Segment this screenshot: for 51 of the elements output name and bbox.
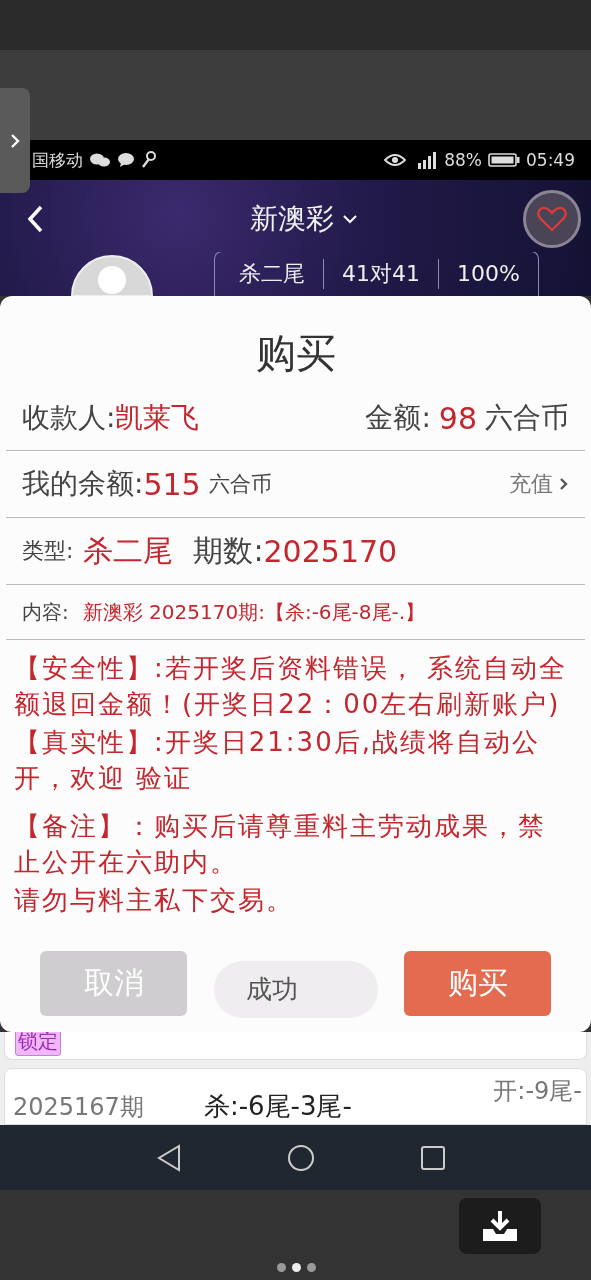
heart-icon: [537, 206, 567, 232]
amount-label: 金额:: [365, 400, 431, 436]
notice-text: 请勿与料主私下交易。: [14, 884, 295, 917]
balance-value: 515: [143, 466, 201, 502]
dialog-button[interactable]: 购买: [404, 950, 551, 1016]
back-icon[interactable]: [26, 204, 44, 234]
page-dot[interactable]: [292, 1263, 301, 1272]
type-value: 杀二尾: [83, 531, 174, 570]
download-button[interactable]: [459, 1198, 541, 1254]
period-value: 2025170: [263, 533, 398, 569]
period-label: 期数:: [193, 531, 264, 570]
chat-icon: [89, 152, 111, 168]
chevron-right-icon: [559, 477, 569, 491]
notice-text: 【安全性】:若开奖后资料错误， 系统自动全额退回金额！(开奖日22：00左右刷新账户): [14, 652, 569, 721]
recipient-name: 凯莱飞: [115, 400, 200, 436]
lottery-selector[interactable]: 新澳彩: [249, 200, 358, 238]
content-label: 内容:: [22, 598, 69, 626]
balance-label: 我的余额:: [22, 466, 144, 502]
speech-bubble-icon: [117, 152, 135, 168]
amount-unit: 六合币: [485, 400, 569, 436]
prediction-text: 杀:-6尾-3尾-: [203, 1090, 352, 1123]
home-icon[interactable]: [286, 1143, 315, 1172]
stat-value: 杀二尾: [238, 260, 306, 288]
dialog-button[interactable]: 成功: [213, 960, 378, 1018]
list-card[interactable]: 2025167期 杀:-6尾-3尾- 开:-9尾-: [4, 1068, 587, 1125]
stat-value: 100%: [438, 259, 538, 289]
content-text: 新澳彩 2025170期:【杀:-6尾-8尾-.】: [82, 598, 426, 626]
recharge-link[interactable]: 充值: [509, 469, 553, 499]
recents-icon[interactable]: [419, 1144, 446, 1171]
period-text: 2025167期: [13, 1091, 144, 1123]
chevron-down-icon: [341, 214, 358, 224]
carrier-name: 国移动: [32, 148, 83, 172]
battery-percent: 88%: [444, 150, 482, 170]
page-dot[interactable]: [277, 1263, 286, 1272]
recipient-label: 收款人:: [22, 400, 116, 436]
balance-unit: 六合币: [208, 471, 272, 498]
notice-text: 【真实性】:开奖日21:30后,战绩将自动公开，欢迎 验证: [14, 726, 541, 795]
result-text: 开:-9尾-: [493, 1076, 582, 1107]
amount-value: 98: [438, 400, 477, 436]
chevron-right-icon: [9, 132, 21, 149]
back-icon[interactable]: [155, 1143, 182, 1172]
battery-icon: [488, 152, 520, 168]
type-label: 类型:: [22, 537, 74, 565]
dialog-title: 购买: [254, 329, 337, 378]
stat-value: 41对41: [323, 259, 438, 289]
eye-icon: [384, 153, 407, 167]
download-icon: [481, 1209, 519, 1243]
favorite-button[interactable]: [523, 190, 581, 248]
clock-time: 05:49: [526, 150, 575, 170]
notice-text: 【备注】：购买后请尊重料主劳动成果，禁止公开在六助内。: [14, 810, 547, 879]
page-dot[interactable]: [307, 1263, 316, 1272]
